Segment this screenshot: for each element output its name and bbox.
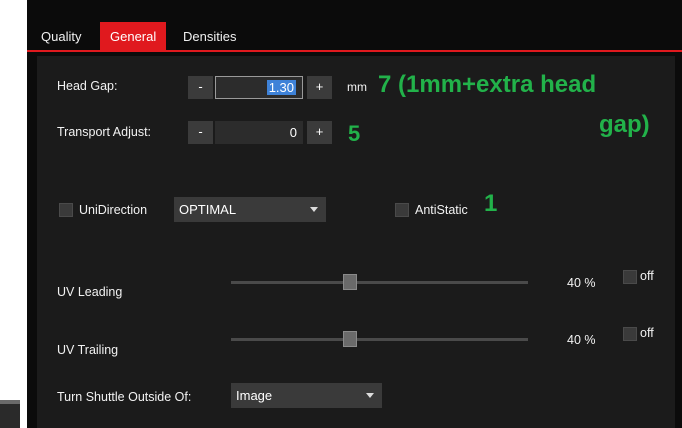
unidirection-label: UniDirection	[79, 203, 148, 217]
unidirection-mode-dropdown[interactable]: OPTIMAL	[174, 197, 326, 222]
uv-trailing-slider[interactable]	[231, 338, 528, 341]
background-window-fragment	[0, 400, 20, 428]
head-gap-input[interactable]: 1.30	[215, 76, 303, 99]
head-gap-decrement-button[interactable]: -	[188, 76, 213, 99]
antistatic-annotation: 1	[484, 190, 498, 217]
head-gap-label: Head Gap:	[57, 79, 118, 93]
tab-densities[interactable]: Densities	[173, 22, 246, 50]
uv-leading-percent: 40 %	[567, 276, 596, 290]
transport-adjust-label: Transport Adjust:	[57, 125, 152, 139]
uv-leading-off-label: off	[640, 269, 654, 283]
transport-adjust-annotation: 5	[348, 121, 361, 146]
transport-adjust-decrement-button[interactable]: -	[188, 121, 213, 144]
tab-bar: Quality General Densities	[27, 22, 682, 50]
head-gap-increment-button[interactable]: +	[307, 76, 332, 99]
uv-trailing-off-checkbox[interactable]	[623, 327, 637, 341]
antistatic-label: AntiStatic	[415, 203, 468, 217]
antistatic-checkbox[interactable]	[395, 203, 409, 217]
uv-trailing-label: UV Trailing	[57, 343, 119, 357]
uv-leading-slider-thumb[interactable]	[342, 274, 357, 290]
unidirection-checkbox[interactable]	[59, 203, 73, 217]
chevron-down-icon	[366, 393, 374, 398]
uv-leading-slider[interactable]	[231, 281, 528, 284]
uv-leading-label: UV Leading	[57, 285, 123, 299]
chevron-down-icon	[310, 207, 318, 212]
background-window-edge	[0, 400, 20, 404]
unidirection-mode-value: OPTIMAL	[179, 202, 237, 217]
head-gap-unit: mm	[347, 80, 367, 94]
tab-general[interactable]: General	[100, 22, 167, 50]
turn-shuttle-label: Turn Shuttle Outside Of:	[57, 390, 192, 404]
tab-underline	[27, 50, 682, 52]
settings-panel: Quality General Densities Head Gap: - 1.…	[27, 0, 682, 428]
uv-trailing-slider-thumb[interactable]	[342, 331, 357, 347]
head-gap-annotation-continued: gap)	[599, 111, 650, 138]
tab-quality[interactable]: Quality	[31, 22, 91, 50]
head-gap-value: 1.30	[266, 80, 296, 95]
head-gap-annotation: 7 (1mm+extra head	[378, 71, 597, 98]
uv-leading-off-checkbox[interactable]	[623, 270, 637, 284]
transport-adjust-input[interactable]: 0	[215, 121, 303, 144]
turn-shuttle-dropdown[interactable]: Image	[231, 383, 382, 408]
uv-trailing-percent: 40 %	[567, 333, 596, 347]
general-settings-content: Head Gap: - 1.30 + mm 7 (1mm+extra head …	[37, 56, 675, 428]
uv-trailing-off-label: off	[640, 326, 654, 340]
turn-shuttle-value: Image	[236, 388, 273, 403]
transport-adjust-increment-button[interactable]: +	[307, 121, 332, 144]
